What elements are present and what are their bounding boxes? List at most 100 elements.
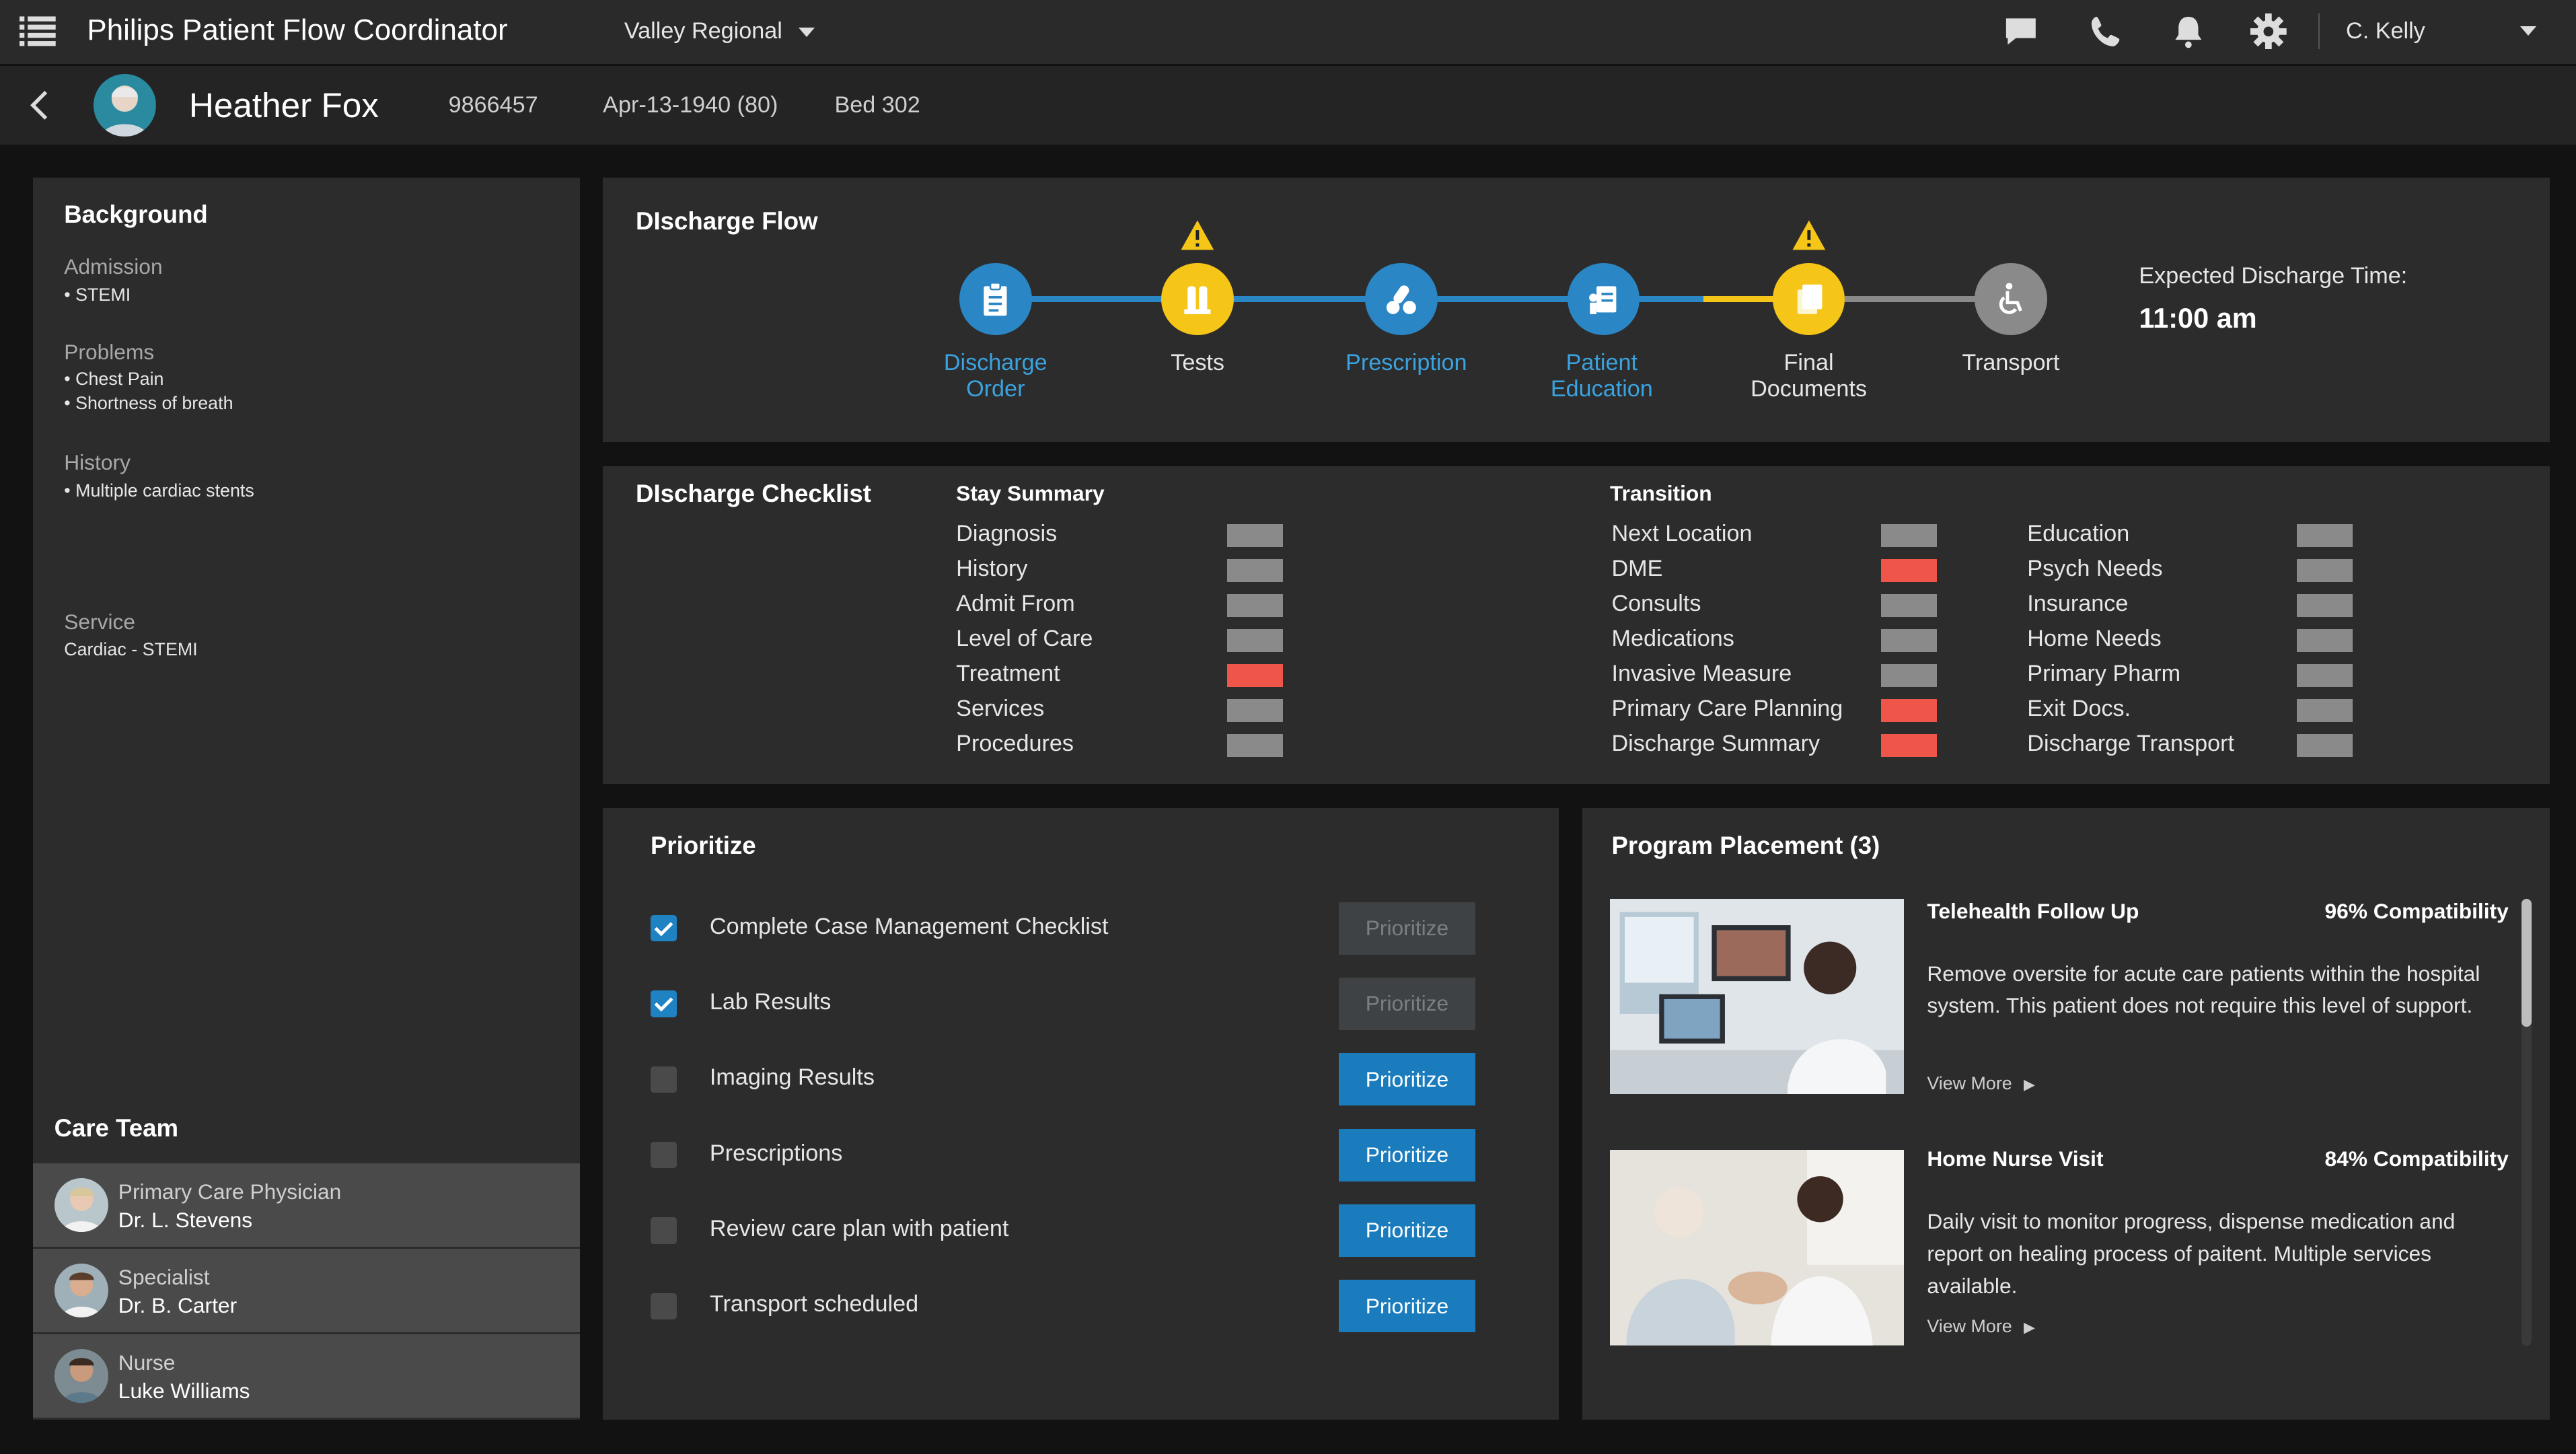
task-checkbox[interactable]	[650, 1142, 677, 1169]
checklist-status-indicator[interactable]	[1880, 664, 1937, 688]
task-label: Transport scheduled	[709, 1291, 919, 1317]
step-label-line: Education	[1550, 376, 1653, 402]
flow-step-discharge-order[interactable]	[959, 262, 1032, 336]
checklist-item-label: Consults	[1611, 591, 1701, 617]
checklist-status-indicator[interactable]	[1880, 558, 1937, 583]
program-scrollbar[interactable]	[2522, 898, 2532, 1346]
checklist-item-label: Medications	[1611, 626, 1734, 652]
warning-icon	[1792, 220, 1825, 250]
checkmark-icon	[654, 997, 673, 1012]
menu-list-icon[interactable]	[20, 15, 57, 48]
prioritize-button[interactable]: Prioritize	[1339, 902, 1475, 955]
flow-step-prescription[interactable]	[1365, 262, 1438, 336]
checklist-status-indicator[interactable]	[1227, 734, 1284, 758]
prioritize-button[interactable]: Prioritize	[1339, 1053, 1475, 1106]
chat-icon[interactable]	[2003, 13, 2039, 50]
document-person-icon	[1589, 285, 1617, 314]
care-team-member[interactable]: Specialist Dr. B. Carter	[32, 1248, 580, 1333]
scrollbar-thumb[interactable]	[2522, 898, 2532, 1027]
checklist-status-indicator[interactable]	[2296, 664, 2353, 688]
checklist-item-label: Primary Care Planning	[1611, 696, 1843, 722]
care-team-member[interactable]: Nurse Luke Williams	[32, 1334, 580, 1418]
flow-step-patient-education[interactable]	[1567, 262, 1640, 336]
checklist-item-label: Services	[956, 696, 1045, 722]
wheelchair-icon	[1999, 283, 2022, 314]
checklist-status-indicator[interactable]	[1227, 558, 1284, 583]
service-label: Service	[64, 609, 136, 634]
checklist-item-label: Admit From	[956, 591, 1075, 617]
checklist-status-indicator[interactable]	[1227, 699, 1284, 723]
checklist-status-indicator[interactable]	[2296, 558, 2353, 583]
checklist-item-label: Next Location	[1611, 521, 1753, 547]
checklist-status-indicator[interactable]	[1227, 593, 1284, 618]
flow-step-transport[interactable]	[1975, 262, 2047, 336]
member-name: Dr. L. Stevens	[118, 1207, 253, 1232]
prioritize-button[interactable]: Prioritize	[1339, 1204, 1475, 1258]
facility-selector[interactable]: Valley Regional	[624, 18, 815, 44]
checklist-status-indicator[interactable]	[2296, 593, 2353, 618]
user-name[interactable]: C. Kelly	[2346, 18, 2425, 44]
checklist-status-indicator[interactable]	[2296, 523, 2353, 548]
prioritize-button[interactable]: Prioritize	[1339, 977, 1475, 1031]
flask-icon	[1184, 285, 1211, 314]
task-checkbox[interactable]	[650, 915, 677, 942]
clipboard-icon	[984, 281, 1007, 316]
bell-icon[interactable]	[2170, 13, 2207, 50]
view-more-link[interactable]: View More ▶	[1927, 1316, 2035, 1337]
checklist-status-indicator[interactable]	[1880, 629, 1937, 653]
checklist-item-label: Discharge Transport	[2027, 731, 2234, 757]
checklist-status-indicator[interactable]	[2296, 734, 2353, 758]
checklist-status-indicator[interactable]	[2296, 629, 2353, 653]
task-checkbox[interactable]	[650, 1217, 677, 1244]
checklist-status-indicator[interactable]	[1227, 664, 1284, 688]
view-more-link[interactable]: View More ▶	[1927, 1073, 2035, 1094]
checklist-item-label: Diagnosis	[956, 521, 1058, 547]
patient-bar	[0, 65, 2576, 145]
patient-bed: Bed 302	[834, 92, 920, 118]
checklist-item-label: Treatment	[956, 661, 1060, 687]
expected-discharge-label: Expected Discharge Time:	[2139, 262, 2408, 289]
flow-connector	[1845, 295, 1977, 303]
phone-icon[interactable]	[2088, 13, 2125, 50]
stay-summary-title: Stay Summary	[956, 481, 1105, 506]
chevron-down-icon[interactable]	[2519, 26, 2536, 36]
avatar	[54, 1177, 109, 1233]
pills-icon	[1386, 285, 1416, 314]
problem-item: • Chest Pain	[64, 368, 164, 389]
chevron-right-icon: ▶	[2023, 1075, 2035, 1093]
transition-title: Transition	[1610, 481, 1712, 506]
checklist-status-indicator[interactable]	[2296, 699, 2353, 723]
checklist-status-indicator[interactable]	[1880, 523, 1937, 548]
chevron-down-icon	[799, 27, 815, 37]
flow-step-tests[interactable]	[1161, 262, 1234, 336]
step-label-line: Documents	[1751, 376, 1867, 402]
avatar	[54, 1263, 109, 1318]
flow-step-label: Prescription	[1346, 350, 1467, 376]
documents-icon	[1797, 284, 1823, 314]
app-title: Philips Patient Flow Coordinator	[87, 13, 508, 46]
checklist-status-indicator[interactable]	[1880, 734, 1937, 758]
checklist-item-label: Discharge Summary	[1611, 731, 1820, 757]
member-role: Specialist	[118, 1265, 210, 1290]
flow-step-label: Final Documents	[1710, 350, 1907, 402]
task-checkbox[interactable]	[650, 1293, 677, 1319]
flow-step-final-documents[interactable]	[1772, 262, 1845, 336]
history-value: • Multiple cardiac stents	[64, 480, 254, 501]
task-checkbox[interactable]	[650, 1066, 677, 1093]
checklist-status-indicator[interactable]	[1227, 523, 1284, 548]
prioritize-button[interactable]: Prioritize	[1339, 1280, 1475, 1333]
checklist-status-indicator[interactable]	[1880, 593, 1937, 618]
care-team-member[interactable]: Primary Care Physician Dr. L. Stevens	[32, 1163, 580, 1247]
prioritize-button[interactable]: Prioritize	[1339, 1128, 1475, 1182]
gear-icon[interactable]	[2250, 13, 2287, 50]
back-arrow-icon[interactable]	[26, 89, 52, 122]
admission-value: • STEMI	[64, 285, 131, 305]
checklist-status-indicator[interactable]	[1880, 699, 1937, 723]
program-name: Telehealth Follow Up	[1927, 898, 2139, 923]
task-checkbox[interactable]	[650, 990, 677, 1017]
flow-step-label: Tests	[1171, 350, 1225, 376]
checklist-item-label: Primary Pharm	[2027, 661, 2181, 687]
patient-name: Heather Fox	[188, 85, 379, 124]
checklist-status-indicator[interactable]	[1227, 629, 1284, 653]
program-description: Daily visit to monitor progress, dispens…	[1927, 1209, 2456, 1298]
